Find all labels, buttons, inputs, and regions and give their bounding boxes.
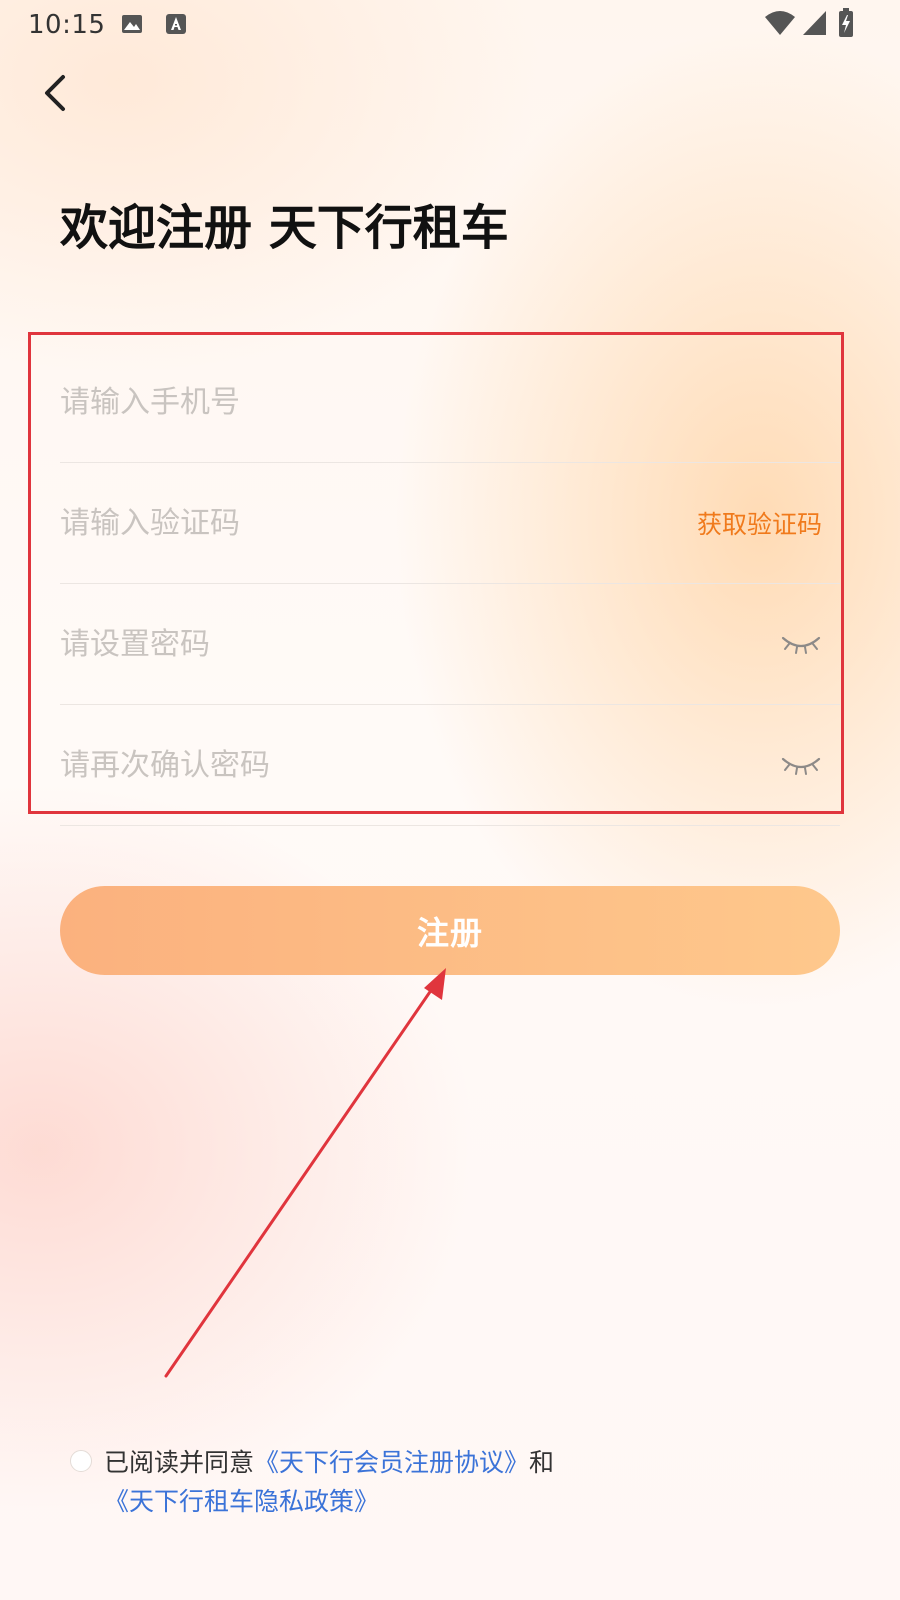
agree-checkbox[interactable] [70,1450,92,1472]
confirm-password-input[interactable] [60,735,780,795]
page-title: 欢迎注册 天下行租车 [60,200,509,256]
register-form: 获取验证码 [60,342,840,826]
confirm-password-row [60,705,840,826]
code-row: 获取验证码 [60,463,840,584]
back-button[interactable] [30,70,80,120]
agreement-conjunction: 和 [529,1448,555,1477]
password-input[interactable] [60,614,780,674]
privacy-policy-link[interactable]: 《天下行租车隐私政策》 [104,1487,379,1516]
phone-input[interactable] [60,372,840,432]
verification-code-input[interactable] [60,493,697,553]
battery-charging-icon [838,8,854,38]
member-agreement-link[interactable]: 《天下行会员注册协议》 [254,1448,529,1477]
register-button[interactable]: 注册 [60,886,840,975]
eye-closed-icon[interactable] [780,750,822,780]
signal-icon [802,10,828,36]
password-row [60,584,840,705]
a-text-icon [164,12,188,36]
image-icon [120,12,144,36]
status-time: 10:15 [28,10,106,40]
wifi-icon [764,10,796,36]
phone-row [60,342,840,463]
agreement-text: 已阅读并同意《天下行会员注册协议》和《天下行租车隐私政策》 [104,1443,824,1521]
status-bar: 10:15 [0,0,900,50]
eye-closed-icon[interactable] [780,629,822,659]
get-code-button[interactable]: 获取验证码 [697,505,822,541]
chevron-left-icon [41,73,69,117]
agreement-prefix: 已阅读并同意 [104,1448,255,1477]
agreement-section: 已阅读并同意《天下行会员注册协议》和《天下行租车隐私政策》 [70,1443,830,1521]
